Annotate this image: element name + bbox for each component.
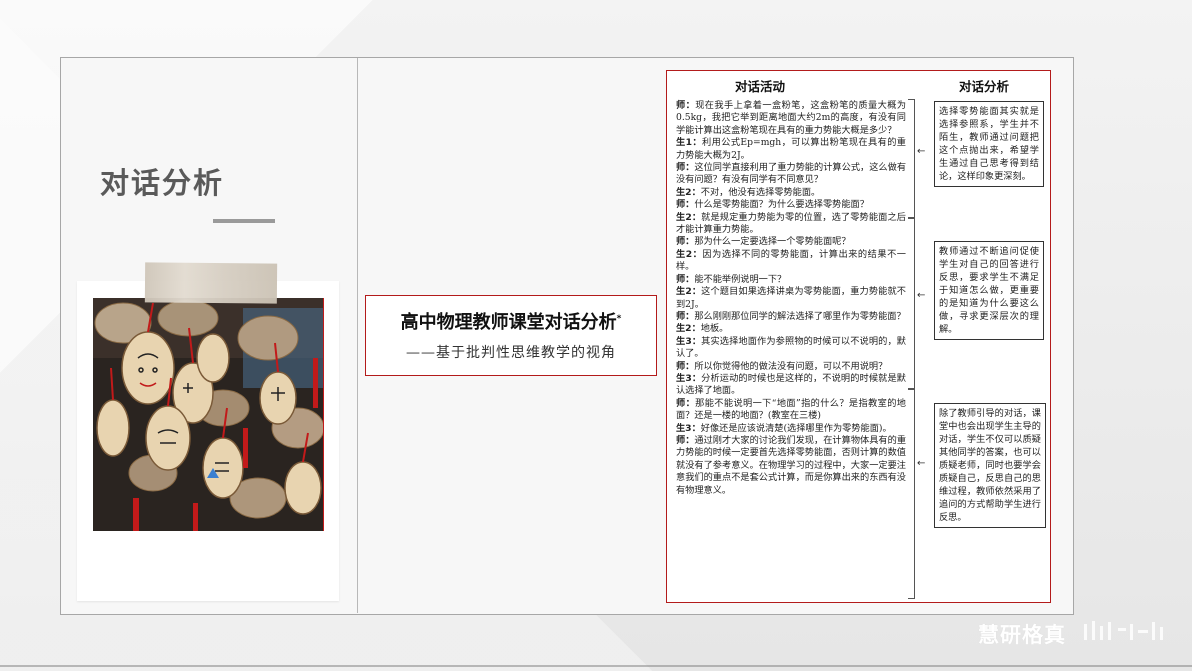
- brand-watermark: 慧研格真: [978, 623, 1066, 647]
- dialogue-turn: 生2：地板。: [676, 323, 906, 335]
- dialogue-turn: 师：能不能举例说明一下？: [676, 274, 906, 286]
- paper-title: 高中物理教师课堂对话分析*: [366, 308, 656, 334]
- segment-bracket: [908, 99, 915, 219]
- dialogue-turn: 生3：其实选择地面作为参照物的时候可以不说明的，默认了。: [676, 336, 906, 361]
- speaker-label: 生3：: [676, 335, 702, 347]
- turn-text: 那为什么一定要选择一个零势能面呢？: [694, 236, 851, 248]
- dialogue-turn: 生2：因为选择不同的零势能面，计算出来的结果不一样。: [676, 249, 906, 274]
- turn-text: 那么刚刚那位同学的解法选择了哪里作为零势能面？: [694, 310, 906, 322]
- dialogue-turn: 师：这位同学直接利用了重力势能的计算公式，这么做有没有问题？有没有同学有不同意见…: [676, 162, 906, 187]
- speaker-label: 师：: [676, 434, 695, 446]
- dialogue-turn: 师：通过刚才大家的讨论我们发现，在计算物体具有的重力势能的时候一定要首先选择零势…: [676, 435, 906, 497]
- speaker-label: 师：: [676, 199, 695, 211]
- article-excerpt: 对话活动 对话分析 师：现在我手上拿着一盒粉笔，这盒粉笔的质量大概为0.5kg，…: [666, 70, 1051, 603]
- dialogue-turn: 师：现在我手上拿着一盒粉笔，这盒粉笔的质量大概为0.5kg，我把它举到距离地面大…: [676, 100, 906, 137]
- title-underline: [213, 219, 275, 223]
- column-header-dialogue: 对话活动: [735, 79, 786, 94]
- turn-text: 现在我手上拿着一盒粉笔，这盒粉笔的质量大概为0.5kg，我把它举到距离地面大约2…: [676, 100, 907, 136]
- dialogue-turn: 师：那为什么一定要选择一个零势能面呢？: [676, 236, 906, 248]
- turn-text: 好像还是应该说清楚(选择哪里作为零势能面)。: [700, 422, 892, 434]
- speaker-label: 师：: [676, 273, 695, 285]
- paper-title-text: 高中物理教师课堂对话分析: [400, 312, 617, 333]
- turn-text: 不对，他没有选择零势能面。: [700, 186, 821, 198]
- speaker-label: 生3：: [676, 422, 701, 434]
- arrow-left-icon: ←: [917, 290, 926, 301]
- tape-strip: [144, 262, 278, 304]
- paper-title-box: 高中物理教师课堂对话分析* ——基于批判性思维教学的视角: [365, 295, 657, 376]
- turn-text: 这位同学直接利用了重力势能的计算公式，这么做有没有问题？有没有同学有不同意见？: [676, 162, 907, 186]
- speaker-label: 生2：: [676, 286, 702, 298]
- speaker-label: 师：: [676, 100, 696, 111]
- dialogue-turn: 师：什么是零势能面？为什么要选择零势能面？: [676, 199, 906, 211]
- paper-subtitle: ——基于批判性思维教学的视角: [406, 345, 616, 361]
- speaker-label: 生2：: [676, 323, 701, 335]
- turn-text: 其实选择地面作为参照物的时候可以不说明的，默认了。: [676, 335, 906, 360]
- arrow-left-icon: ←: [917, 146, 926, 157]
- turn-text: 分析运动的时候也是这样的，不说明的时候就是默认选择了地面。: [676, 372, 906, 397]
- dialogue-turn: 生2：这个题目如果选择讲桌为零势能面，重力势能就不到2J。: [676, 286, 906, 311]
- turn-text: 就是规定重力势能为零的位置，选了零势能面之后才能计算重力势能。: [676, 211, 906, 236]
- segment-bracket: [908, 217, 915, 389]
- speaker-label: 师：: [676, 236, 695, 248]
- speaker-label: 生2：: [676, 186, 701, 198]
- turn-text: 这个题目如果选择讲桌为零势能面，重力势能就不到2J。: [676, 286, 906, 310]
- dialogue-transcript: 师：现在我手上拿着一盒粉笔，这盒粉笔的质量大概为0.5kg，我把它举到距离地面大…: [676, 100, 906, 497]
- brand-logo-icon: [1084, 621, 1163, 640]
- dialogue-turn: 生2：不对，他没有选择零势能面。: [676, 187, 906, 199]
- dialogue-turn: 生3：好像还是应该说清楚(选择哪里作为零势能面)。: [676, 423, 906, 435]
- dialogue-turn: 师：那能不能说明一下“地面”指的什么？是指教室的地面？还是一楼的地面？(教室在三…: [676, 398, 906, 423]
- speaker-label: 师：: [676, 310, 695, 322]
- turn-text: 利用公式Ep=mgh，可以算出粉笔现在具有的重力势能大概为2J。: [676, 137, 906, 161]
- turn-text: 地板。: [700, 323, 729, 335]
- wishing-plaques-photo: [93, 298, 324, 531]
- turn-text: 那能不能说明一下“地面”指的什么？是指教室的地面？还是一楼的地面？(教室在三楼): [676, 397, 906, 422]
- speaker-label: 生1：: [676, 137, 703, 149]
- speaker-label: 生3：: [676, 372, 702, 384]
- section-title: 对话分析: [100, 166, 225, 200]
- dialogue-turn: 师：所以你觉得他的做法没有问题，可以不用说明？: [676, 361, 906, 373]
- speaker-label: 师：: [676, 162, 695, 174]
- turn-text: 因为选择不同的零势能面，计算出来的结果不一样。: [676, 248, 906, 273]
- speaker-label: 师：: [676, 360, 695, 372]
- dialogue-turn: 生1：利用公式Ep=mgh，可以算出粉笔现在具有的重力势能大概为2J。: [676, 137, 906, 162]
- dialogue-turn: 师：那么刚刚那位同学的解法选择了哪里作为零势能面？: [676, 311, 906, 323]
- arrow-left-icon: ←: [917, 458, 926, 469]
- analysis-note: 除了教师引导的对话，课堂中也会出现学生主导的对话，学生不仅可以质疑其他同学的答案…: [934, 403, 1046, 528]
- turn-text: 通过刚才大家的讨论我们发现，在计算物体具有的重力势能的时候一定要首先选择零势能面…: [676, 434, 907, 496]
- column-header-analysis: 对话分析: [959, 79, 1010, 94]
- speaker-label: 生2：: [676, 248, 703, 260]
- dialogue-turn: 生2：就是规定重力势能为零的位置，选了零势能面之后才能计算重力势能。: [676, 212, 906, 237]
- turn-text: 所以你觉得他的做法没有问题，可以不用说明？: [694, 360, 888, 372]
- turn-text: 什么是零势能面？为什么要选择零势能面？: [694, 199, 869, 211]
- paper-title-footnote-mark: *: [616, 314, 622, 324]
- turn-text: 能不能举例说明一下？: [694, 273, 787, 285]
- segment-bracket: [908, 389, 915, 599]
- analysis-note: 教师通过不断追问促使学生对自己的回答进行反思，要求学生不满足于知道怎么做，更重要…: [934, 241, 1044, 340]
- speaker-label: 生2：: [676, 211, 702, 223]
- dialogue-turn: 生3：分析运动的时候也是这样的，不说明的时候就是默认选择了地面。: [676, 373, 906, 398]
- analysis-note: 选择零势能面其实就是选择参照系，学生并不陌生，教师通过问题把这个点抛出来，希望学…: [934, 101, 1044, 187]
- bottom-rule: [0, 665, 1192, 667]
- speaker-label: 师：: [676, 397, 696, 409]
- frame-divider: [357, 58, 358, 613]
